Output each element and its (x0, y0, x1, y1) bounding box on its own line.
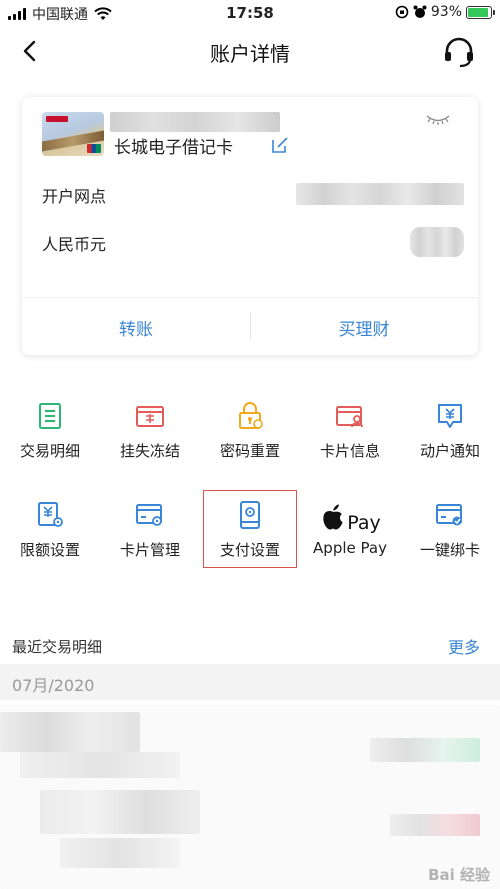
branch-label: 开户网点 (42, 187, 107, 206)
account-card: 长城电子借记卡 开户网点 人民币元 转账 买理财 (22, 97, 478, 355)
apple-pay-logo-text: Pay (347, 512, 381, 534)
transaction-detail-button[interactable]: 交易明细 (0, 398, 100, 478)
battery-percent: 93% (430, 4, 462, 20)
card-info-label: 卡片信息 (319, 442, 380, 460)
buy-wealth-button[interactable]: 买理财 (250, 315, 478, 340)
eye-closed-icon[interactable] (426, 113, 450, 127)
customer-service-headset-icon[interactable] (442, 36, 476, 68)
transaction-detail-icon (39, 403, 61, 429)
more-link[interactable]: 更多 (448, 634, 480, 658)
unionpay-logo (87, 144, 101, 153)
transaction-row[interactable] (20, 752, 180, 778)
transaction-row[interactable] (40, 790, 200, 834)
watermark: Bai 经验 (428, 866, 490, 884)
transfer-button[interactable]: 转账 (22, 315, 250, 340)
limit-setting-label: 限额设置 (19, 541, 80, 559)
apple-logo-icon (323, 504, 343, 530)
loss-report-label: 挂失冻结 (119, 442, 180, 460)
password-lock-icon (239, 402, 263, 429)
card-info-button[interactable]: 卡片信息 (300, 398, 400, 478)
recent-transactions-title: 最近交易明细 (12, 638, 103, 656)
bind-card-button[interactable]: 一键绑卡 (400, 497, 500, 577)
currency-label: 人民币元 (42, 235, 107, 254)
apple-pay-button[interactable]: Pay Apple Pay (300, 497, 400, 577)
transaction-amount-masked (390, 814, 480, 836)
transaction-amount-masked (370, 738, 480, 762)
account-notice-label: 动户通知 (419, 442, 480, 460)
password-reset-label: 密码重置 (219, 442, 280, 460)
transaction-row[interactable] (60, 838, 180, 868)
bind-card-icon (436, 504, 462, 526)
card-manage-button[interactable]: 卡片管理 (100, 497, 200, 577)
apple-pay-label: Apple Pay (313, 539, 387, 557)
rotation-lock-icon (395, 5, 409, 19)
card-info-icon (336, 406, 363, 428)
card-name: 长城电子借记卡 (114, 138, 233, 158)
nav-bar: 账户详情 (0, 26, 500, 76)
limit-setting-button[interactable]: 限额设置 (0, 497, 100, 577)
bind-card-label: 一键绑卡 (419, 541, 480, 559)
card-number-masked (110, 112, 280, 132)
payment-setting-highlight (203, 490, 297, 568)
account-notice-button[interactable]: 动户通知 (400, 398, 500, 478)
password-reset-button[interactable]: 密码重置 (200, 398, 300, 478)
alarm-icon (413, 5, 427, 18)
loss-report-icon (136, 406, 164, 427)
month-label: 07月/2020 (12, 676, 95, 695)
edit-icon[interactable] (270, 135, 290, 155)
battery-icon (466, 5, 495, 19)
apple-pay-icon: Pay (300, 503, 400, 534)
status-right: 93% (395, 4, 495, 20)
balance-value-masked (410, 227, 464, 257)
account-notice-icon (438, 404, 462, 428)
card-manage-icon (136, 504, 162, 526)
card-thumbnail (42, 112, 104, 156)
transaction-row[interactable] (0, 712, 140, 752)
loss-report-button[interactable]: 挂失冻结 (100, 398, 200, 478)
transaction-detail-label: 交易明细 (19, 442, 80, 460)
page-title: 账户详情 (210, 42, 290, 66)
limit-setting-icon (38, 502, 63, 527)
month-header: 07月/2020 (0, 664, 500, 700)
card-manage-label: 卡片管理 (119, 541, 180, 559)
card-divider (22, 297, 478, 298)
bank-logo (46, 116, 68, 122)
branch-value-masked (296, 183, 464, 205)
status-bar: 中国联通 17:58 93% (0, 0, 500, 26)
battery-fill (468, 7, 489, 17)
